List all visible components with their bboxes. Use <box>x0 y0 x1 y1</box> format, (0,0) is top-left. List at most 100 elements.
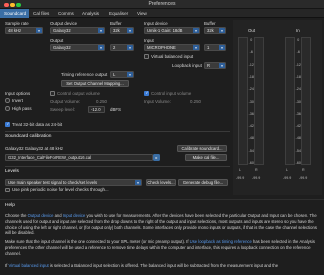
help-link-virtual-balanced[interactable]: Virtual balanced input <box>9 263 49 268</box>
timing-reference-select[interactable]: L ▾ <box>110 71 134 78</box>
chevron-down-icon: ▾ <box>127 28 133 33</box>
pink-periodic-checkbox[interactable] <box>5 187 10 192</box>
input-buffer-label: Buffer <box>204 21 216 26</box>
meter-scale-tick: 0 <box>250 38 253 42</box>
meter-out-right <box>254 37 264 165</box>
meter-scale-tick: -18 <box>295 74 301 79</box>
generate-debug-button[interactable]: Generate debug file... <box>178 179 228 186</box>
make-cal-file-button[interactable]: Make cal file... <box>185 154 227 161</box>
tab-soundcard[interactable]: Soundcard <box>0 9 29 18</box>
meter-scale-tick: -30 <box>248 99 254 104</box>
meter-in-left-channel: L <box>286 168 288 172</box>
help-title: Help <box>5 203 15 208</box>
divider <box>5 131 230 132</box>
chevron-down-icon: ▾ <box>193 28 199 33</box>
help-link-input-device[interactable]: Input device <box>63 213 86 218</box>
sweep-level-label: Sweep level: <box>50 106 75 112</box>
output-device-label: Output device <box>50 21 78 26</box>
help-paragraph-3: If Virtual balanced input is selected a … <box>5 263 319 275</box>
loopback-input-select[interactable]: R ▾ <box>204 61 226 69</box>
chevron-down-icon: ▾ <box>219 62 225 68</box>
input-channel-select[interactable]: 1 ▾ <box>204 44 226 51</box>
meter-scale-tick: -24 <box>248 87 254 92</box>
pink-periodic-label: Use pink periodic noise for level checks… <box>12 187 109 192</box>
sweep-level-input[interactable]: -12.0 <box>88 105 105 113</box>
input-volume-label: Input Volume: <box>144 98 171 104</box>
calibration-file-input[interactable]: G32_Interface_CalFileForREW_output16.cal <box>5 154 153 161</box>
folder-icon[interactable]: ▸ <box>153 154 160 161</box>
check-levels-button[interactable]: Check levels... <box>146 179 176 186</box>
meter-scale-tick: -42 <box>248 124 254 129</box>
output-device-value: Galaxy32 <box>53 28 71 33</box>
help-text: is selected a Balanced input selection i… <box>48 263 279 268</box>
input-buffer-select[interactable]: 32k ▾ <box>204 27 226 34</box>
calibrate-soundcard-button[interactable]: Calibrate soundcard... <box>177 145 227 152</box>
level-signal-select[interactable]: Use main speaker test signal to check/se… <box>5 179 142 186</box>
level-signal-value: Use main speaker test signal to check/se… <box>8 180 98 185</box>
virtual-balanced-label: Virtual balanced input <box>151 53 194 59</box>
calibration-header: Soundcard calibration <box>5 134 52 139</box>
tab-comms[interactable]: Comms <box>54 9 78 18</box>
title-bar: Preferences <box>0 0 324 9</box>
output-label: Output <box>50 38 64 43</box>
timing-reference-value: L <box>113 72 116 77</box>
meter-scale-tick: -18 <box>248 74 254 79</box>
chevron-down-icon: ▾ <box>127 72 133 77</box>
meter-scale-tick: -36 <box>295 111 301 116</box>
output-device-select[interactable]: Galaxy32 ▾ <box>50 27 105 34</box>
input-volume-value: 0.250 <box>190 98 201 104</box>
help-link-loopback[interactable]: Use loopback as timing reference <box>190 239 252 244</box>
chevron-down-icon: ▾ <box>36 28 42 33</box>
calibration-device-info: Galaxy32 Galaxy32 at 48 kHz <box>5 146 64 151</box>
output-buffer-value: 32k <box>113 28 120 33</box>
output-value: Galaxy32 <box>53 45 71 50</box>
high-pass-label: High pass <box>12 105 32 111</box>
timing-reference-label: Timing reference output <box>61 72 108 77</box>
sample-rate-label: Sample rate <box>5 21 29 26</box>
tab-view[interactable]: View <box>133 9 155 18</box>
output-channel-select[interactable]: 2 ▾ <box>110 44 134 51</box>
tab-cal-files[interactable]: Cal files <box>29 9 54 18</box>
virtual-balanced-checkbox[interactable] <box>144 54 149 59</box>
treat-32bit-checkbox[interactable] <box>5 122 10 127</box>
sample-rate-select[interactable]: 48 kHz ▾ <box>5 27 43 34</box>
help-link-output-device[interactable]: Output device <box>28 213 54 218</box>
output-volume-value: 0.250 <box>96 98 107 104</box>
chevron-down-icon: ▾ <box>98 28 104 33</box>
meter-scale-tick: -36 <box>248 111 254 116</box>
meter-scale-tick: -60 <box>248 161 254 165</box>
meter-scale-tick: -12 <box>295 62 301 67</box>
chevron-down-icon: ▾ <box>98 45 104 50</box>
input-device-select[interactable]: Umik-1 Gain: 18dB ▾ <box>144 27 200 34</box>
calibration-file-value: G32_Interface_CalFileForREW_output16.cal <box>8 155 92 160</box>
meter-scale-tick: 0 <box>297 38 300 42</box>
input-channel-value: 1 <box>207 45 210 50</box>
input-device-label: Input device <box>144 21 168 26</box>
invert-label: Invert <box>12 97 23 103</box>
meter-scale-tick: -48 <box>295 136 301 141</box>
meter-scale-tick: -48 <box>248 136 254 141</box>
meter-out-left-peak: -99.9 <box>236 176 245 180</box>
control-output-volume-checkbox[interactable] <box>50 91 55 96</box>
control-input-volume-checkbox[interactable] <box>144 91 149 96</box>
output-select[interactable]: Galaxy32 ▾ <box>50 44 105 51</box>
chevron-down-icon: ▾ <box>127 45 133 50</box>
meter-in-right <box>301 37 311 165</box>
meter-out-left <box>238 37 248 165</box>
set-output-mapping-button[interactable]: Set Output Channel Mapping... <box>61 80 129 87</box>
output-buffer-select[interactable]: 32k ▾ <box>110 27 134 34</box>
high-pass-radio[interactable] <box>5 106 10 111</box>
meter-scale-tick: -6 <box>296 50 300 55</box>
meter-in-right-peak: -99.9 <box>299 176 308 180</box>
input-buffer-value: 32k <box>207 28 214 33</box>
invert-radio[interactable] <box>5 98 10 103</box>
control-output-volume-label: Control output volume <box>57 90 100 96</box>
meter-scale-tick: -6 <box>249 50 253 55</box>
meter-scale-tick: -24 <box>295 87 301 92</box>
output-buffer-label: Buffer <box>110 21 122 26</box>
tab-equaliser[interactable]: Equaliser <box>105 9 133 18</box>
input-options-label: Input options <box>5 91 31 96</box>
input-label: Input <box>144 38 154 43</box>
input-select[interactable]: MICROPHONE ▾ <box>144 44 200 51</box>
tab-analysis[interactable]: Analysis <box>78 9 105 18</box>
